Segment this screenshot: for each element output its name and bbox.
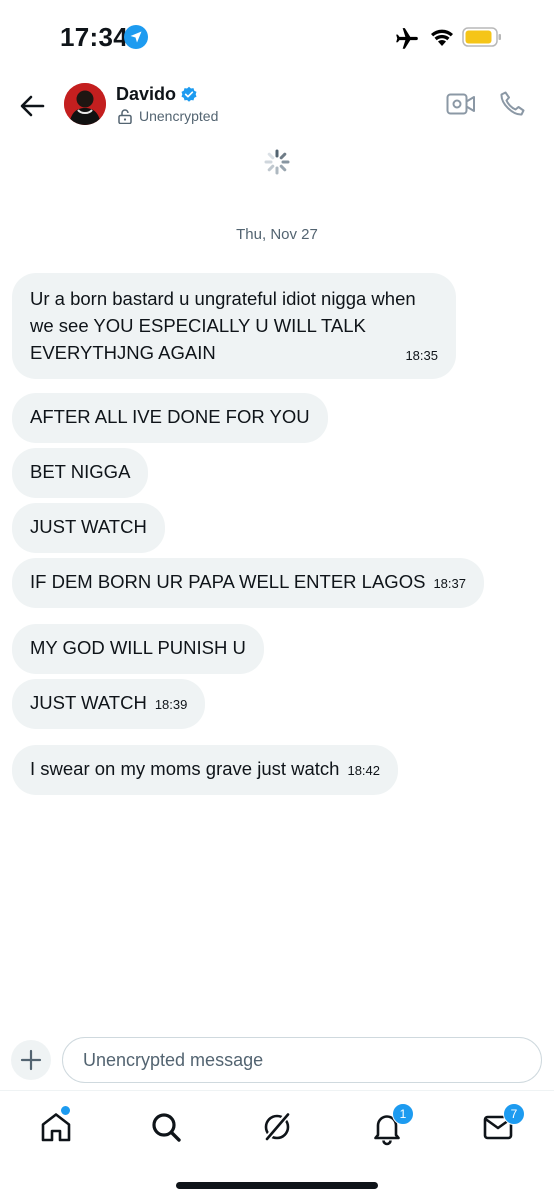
message-bubble[interactable]: MY GOD WILL PUNISH U xyxy=(12,624,264,674)
contact-name[interactable]: Davido xyxy=(116,84,176,105)
phone-icon[interactable] xyxy=(498,90,526,118)
message-time: 18:39 xyxy=(154,697,188,712)
home-indicator xyxy=(176,1182,378,1189)
tab-bar: 1 7 xyxy=(0,1090,554,1161)
message-text: Ur a born bastard u ungrateful idiot nig… xyxy=(30,288,416,363)
message-text: MY GOD WILL PUNISH U xyxy=(30,637,246,658)
message-bubble[interactable]: I swear on my moms grave just watch 18:42 xyxy=(12,745,399,795)
message-bubble[interactable]: JUST WATCH xyxy=(12,503,165,553)
message-time: 18:37 xyxy=(433,576,466,591)
back-arrow-icon[interactable] xyxy=(16,90,48,122)
message-text: JUST WATCH xyxy=(30,516,147,537)
status-time: 17:34 xyxy=(60,22,128,52)
grok-icon[interactable] xyxy=(257,1107,297,1147)
message-text: I swear on my moms grave just watch xyxy=(30,758,340,779)
loading-spinner-icon xyxy=(264,149,290,175)
messages-badge: 7 xyxy=(503,1103,525,1125)
message-text: JUST WATCH xyxy=(30,692,147,713)
message-bubble[interactable]: IF DEM BORN UR PAPA WELL ENTER LAGOS 18:3… xyxy=(12,558,484,608)
encryption-status: Unencrypted xyxy=(139,108,219,124)
wifi-icon xyxy=(431,29,453,46)
attach-button[interactable] xyxy=(11,1040,51,1080)
search-icon[interactable] xyxy=(146,1107,186,1147)
airplane-icon xyxy=(396,28,418,49)
message-input[interactable] xyxy=(62,1037,542,1083)
home-unread-dot xyxy=(60,1105,71,1116)
message-bubble[interactable]: BET NIGGA xyxy=(12,448,149,498)
battery-icon xyxy=(462,27,501,47)
avatar[interactable] xyxy=(64,83,106,125)
status-bar: 17:34 xyxy=(0,0,554,76)
message-text: AFTER ALL IVE DONE FOR YOU xyxy=(30,406,310,427)
location-arrow-icon xyxy=(124,25,148,49)
plus-icon xyxy=(20,1049,42,1071)
message-text: BET NIGGA xyxy=(30,461,131,482)
conversation-header: Davido Unencrypted xyxy=(0,76,554,136)
message-bubble[interactable]: Ur a born bastard u ungrateful idiot nig… xyxy=(12,273,456,379)
lock-open-icon xyxy=(118,109,132,124)
video-call-icon[interactable] xyxy=(446,92,476,116)
message-time: 18:35 xyxy=(405,348,438,363)
date-separator: Thu, Nov 27 xyxy=(236,226,318,243)
message-text: IF DEM BORN UR PAPA WELL ENTER LAGOS xyxy=(30,571,426,592)
message-time: 18:42 xyxy=(347,763,381,778)
message-bubble[interactable]: AFTER ALL IVE DONE FOR YOU xyxy=(12,393,328,443)
verified-badge-icon xyxy=(181,86,197,102)
message-bubble[interactable]: JUST WATCH 18:39 xyxy=(12,679,206,729)
notifications-badge: 1 xyxy=(392,1103,414,1125)
message-composer xyxy=(0,1036,554,1086)
